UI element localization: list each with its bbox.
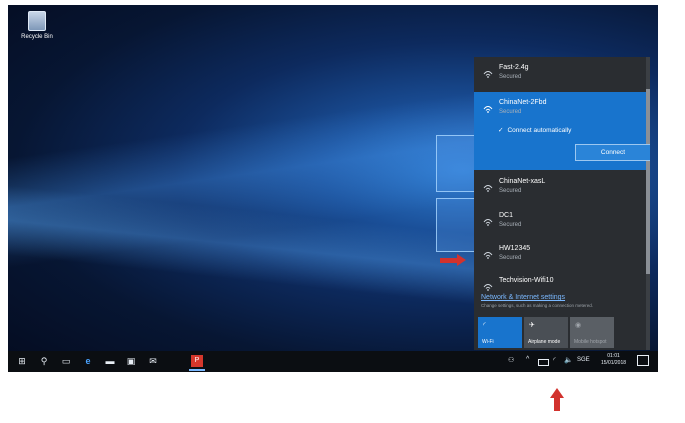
network-status: Secured [499,188,522,194]
airplane-mode-label: Airplane mode [528,339,561,345]
wifi-signal-icon [483,284,493,291]
wifi-signal-icon [483,219,493,226]
clock-date: 15/01/2018 [601,360,627,366]
annotation-arrow-up [550,388,564,412]
network-item[interactable]: DC1 Secured [474,205,646,237]
edge-icon[interactable]: e [82,355,94,367]
network-status: Secured [499,74,522,80]
wifi-signal-icon [483,252,493,259]
recycle-bin-icon [28,11,46,31]
wifi-flyout: Fast-2.4g Secured ChinaNet-2Fbd Secured … [474,57,650,350]
scrollbar-thumb[interactable] [646,89,650,274]
hotspot-icon: ◉ [575,322,582,329]
network-name: ChinaNet-xasL [499,178,546,185]
taskbar: ⊞ ⚲ ▭ e ▬ ▣ ✉ P ⚇ ^ ◜ 🔈 SGE 01:01 15/01/… [8,351,658,372]
checkmark-icon: ✓ [498,127,504,134]
wifi-icon: ◜ [483,322,486,329]
recycle-bin-label: Recycle Bin [21,34,53,40]
connect-automatically-checkbox[interactable]: ✓ Connect automatically [498,126,571,134]
connect-button[interactable]: Connect [575,144,650,161]
network-name: ChinaNet-2Fbd [499,99,547,106]
recycle-bin[interactable]: Recycle Bin [16,11,58,40]
file-explorer-icon[interactable]: ▬ [104,355,116,367]
network-name: Fast-2.4g [499,64,529,71]
wifi-signal-icon [483,71,493,78]
mobile-hotspot-label: Mobile hotspot [574,339,607,345]
battery-icon[interactable] [538,359,549,366]
network-item-selected[interactable]: ChinaNet-2Fbd Secured ✓ Connect automatic… [474,92,650,170]
connect-automatically-label: Connect automatically [507,127,572,134]
wifi-signal-icon [483,185,493,192]
network-status: Secured [499,222,522,228]
airplane-mode-toggle[interactable]: ✈ Airplane mode [524,317,568,348]
wifi-signal-icon [483,106,493,113]
people-icon[interactable]: ⚇ [508,356,514,364]
mobile-hotspot-toggle[interactable]: ◉ Mobile hotspot [570,317,614,348]
network-name: Techvision-Wifi10 [499,277,554,284]
network-item[interactable]: ChinaNet-xasL Secured [474,171,646,203]
windows-start-icon[interactable]: ⊞ [16,355,28,367]
app-icon[interactable]: P [189,355,205,371]
network-name: HW12345 [499,245,531,252]
mail-icon[interactable]: ✉ [147,355,159,367]
network-settings-description: Change settings, such as making a connec… [481,303,594,308]
flyout-scrollbar[interactable] [646,57,650,350]
wifi-toggle-label: Wi-Fi [482,339,494,345]
network-settings-link[interactable]: Network & Internet settings [481,294,565,301]
network-status: Secured [499,109,522,115]
volume-icon[interactable]: 🔈 [564,356,573,364]
wifi-toggle[interactable]: ◜ Wi-Fi [478,317,522,348]
network-name: DC1 [499,212,514,219]
store-icon[interactable]: ▣ [125,355,137,367]
action-center-icon[interactable] [637,355,649,366]
airplane-icon: ✈ [529,322,535,329]
clock[interactable]: 01:01 15/01/2018 [601,353,626,367]
network-status: Secured [499,255,522,261]
chevron-up-icon[interactable]: ^ [526,356,529,363]
network-item[interactable]: HW12345 Secured [474,238,646,270]
clock-time: 01:01 [607,353,620,359]
input-language[interactable]: SGE [577,357,590,363]
search-icon[interactable]: ⚲ [38,355,50,367]
network-item[interactable]: Fast-2.4g Secured [474,57,646,89]
task-view-icon[interactable]: ▭ [60,355,72,367]
